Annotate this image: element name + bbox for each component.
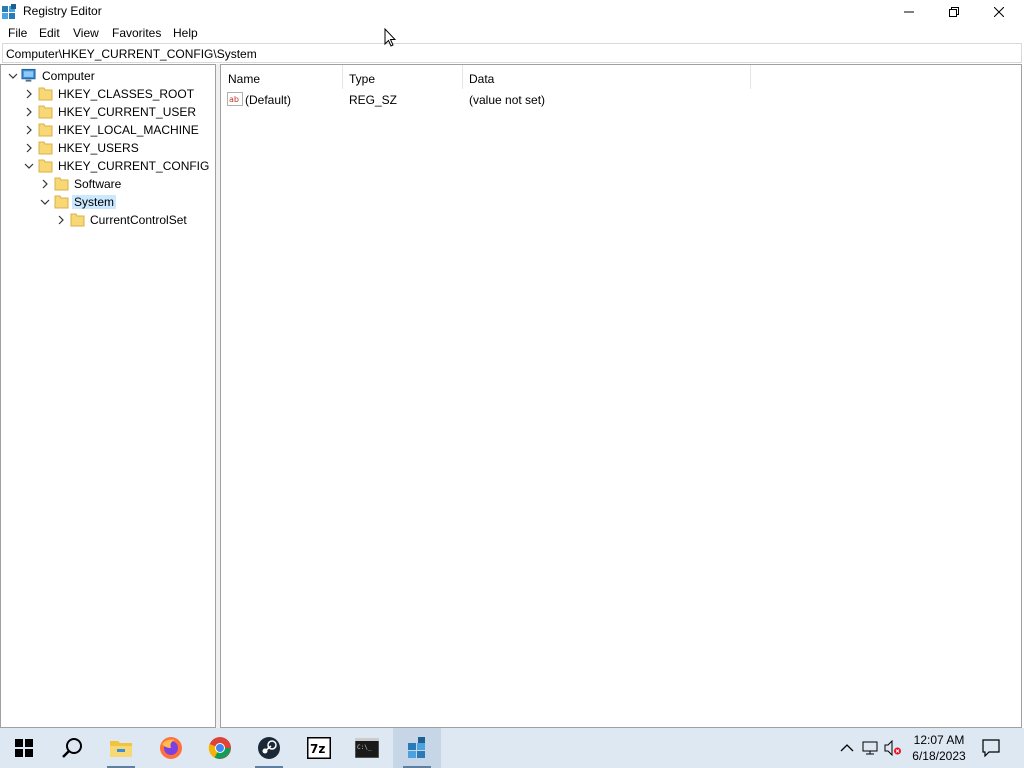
folder-icon [38,159,53,173]
chevron-up-icon[interactable] [838,740,856,756]
folder-icon [70,213,85,227]
steam-icon [258,737,280,759]
registry-editor-app-icon [2,4,16,19]
close-icon [993,6,1004,17]
tree-label-hkey-classes-root: HKEY_CLASSES_ROOT [58,87,195,101]
taskbar-firefox[interactable] [147,728,195,768]
values-list-pane: Name Type Data ab (Default) REG_SZ (valu… [220,64,1022,728]
menu-file[interactable]: File [8,26,27,40]
taskbar-registry-editor[interactable] [393,728,441,768]
address-path: Computer\HKEY_CURRENT_CONFIG\System [6,47,257,61]
string-value-icon: ab [227,92,243,106]
tree-item-system[interactable]: System [1,193,215,211]
column-header-name[interactable]: Name [221,65,342,89]
chrome-icon [208,737,231,759]
search-icon [62,738,82,758]
column-header-type[interactable]: Type [342,65,462,89]
folder-icon [54,177,69,191]
tree-label-system: System [72,195,117,209]
column-header-data-label: Data [469,72,495,86]
tree-item-current-control-set[interactable]: CurrentControlSet [1,211,215,229]
taskbar-terminal[interactable]: C:\_ [343,728,391,768]
chevron-down-icon[interactable] [40,197,50,207]
tree-item-software[interactable]: Software [1,175,215,193]
close-button[interactable] [976,0,1021,23]
network-icon[interactable] [861,740,879,756]
minimize-button[interactable] [886,0,931,23]
column-header-type-label: Type [349,72,376,86]
tree-label-hkey-local-machine: HKEY_LOCAL_MACHINE [58,123,199,137]
system-clock[interactable]: 12:07 AM 6/18/2023 [906,732,972,764]
tree-item-hkey-current-user[interactable]: HKEY_CURRENT_USER [1,103,215,121]
folder-icon [38,123,53,137]
tree-pane: Computer HKEY_CLASSES_ROOT HKEY_CURRENT_… [0,64,216,728]
taskbar-file-explorer[interactable] [97,728,145,768]
tree-item-hkey-classes-root[interactable]: HKEY_CLASSES_ROOT [1,85,215,103]
address-bar[interactable]: Computer\HKEY_CURRENT_CONFIG\System [2,43,1022,63]
chevron-right-icon[interactable] [24,89,34,99]
chevron-right-icon[interactable] [24,125,34,135]
tree-label-computer: Computer [42,69,95,83]
file-explorer-icon [110,741,132,757]
restore-icon [948,6,959,17]
taskbar-7zip[interactable]: 7z [295,728,343,768]
window-title: Registry Editor [23,4,102,18]
notifications-icon [982,739,1000,757]
folder-icon [38,105,53,119]
7zip-icon: 7z [307,737,331,759]
value-type: REG_SZ [349,93,398,107]
start-button[interactable] [0,728,48,768]
table-row[interactable]: ab (Default) REG_SZ (value not set) [221,91,1021,109]
folder-icon [38,141,53,155]
tree-label-current-control-set: CurrentControlSet [90,213,187,227]
value-data: (value not set) [469,93,546,107]
folder-icon [38,87,53,101]
column-header-name-label: Name [228,72,261,86]
registry-editor-icon [408,737,425,758]
menu-bar: File Edit View Favorites Help [0,23,1024,43]
svg-text:C:\_: C:\_ [357,744,372,751]
notifications-button[interactable] [976,728,1006,768]
tree-item-hkey-current-config[interactable]: HKEY_CURRENT_CONFIG [1,157,215,175]
folder-open-icon [54,195,69,209]
chevron-right-icon[interactable] [56,215,66,225]
title-bar: Registry Editor [0,0,1024,23]
menu-view[interactable]: View [73,26,99,40]
taskbar-steam[interactable] [245,728,293,768]
menu-favorites[interactable]: Favorites [112,26,161,40]
svg-text:7z: 7z [310,742,325,756]
column-header-data[interactable]: Data [462,65,750,89]
chevron-right-icon[interactable] [24,107,34,117]
menu-edit[interactable]: Edit [39,26,60,40]
minimize-icon [903,11,914,12]
search-button[interactable] [48,728,96,768]
volume-muted-icon[interactable] [884,740,902,756]
column-separator[interactable] [750,65,751,89]
tree-item-hkey-local-machine[interactable]: HKEY_LOCAL_MACHINE [1,121,215,139]
windows-logo-icon [15,739,33,757]
tree-label-software: Software [74,177,122,191]
value-name: (Default) [245,93,292,107]
menu-help[interactable]: Help [173,26,198,40]
mouse-cursor-icon [384,28,396,47]
firefox-icon [160,737,182,759]
chevron-down-icon[interactable] [24,161,34,171]
computer-icon [21,68,36,82]
chevron-right-icon[interactable] [40,179,50,189]
taskbar: 7z C:\_ 12:07 AM 6/18/2023 [0,728,1024,768]
clock-date: 6/18/2023 [912,749,966,763]
tree-label-hkey-current-config: HKEY_CURRENT_CONFIG [58,159,210,173]
tree-label-hkey-users: HKEY_USERS [58,141,139,155]
terminal-icon: C:\_ [355,738,379,758]
restore-button[interactable] [931,0,976,23]
taskbar-chrome[interactable] [196,728,244,768]
chevron-down-icon[interactable] [8,71,18,81]
tree-label-hkey-current-user: HKEY_CURRENT_USER [58,105,197,119]
tree-item-hkey-users[interactable]: HKEY_USERS [1,139,215,157]
chevron-right-icon[interactable] [24,143,34,153]
tree-item-computer[interactable]: Computer [1,67,215,85]
clock-time: 12:07 AM [913,733,965,747]
svg-text:ab: ab [229,95,239,104]
